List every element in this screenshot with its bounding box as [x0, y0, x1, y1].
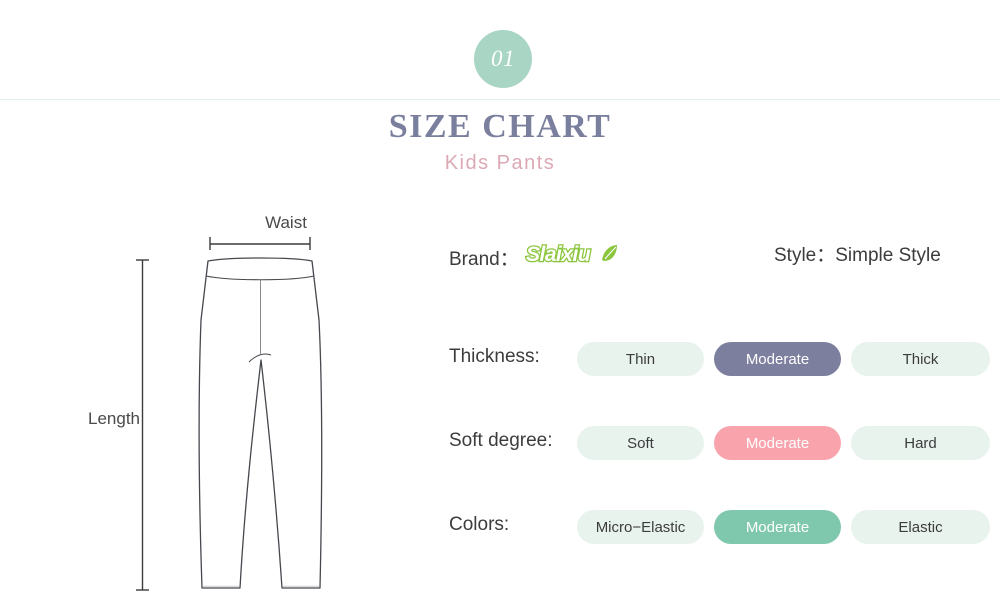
brand-logo-text: Slaixiu: [526, 243, 591, 266]
step-badge-number: 01: [491, 45, 515, 71]
option-row-thickness: Thickness: Thin Moderate Thick: [440, 342, 1000, 376]
style-field: Style：Simple Style: [774, 245, 941, 266]
header-divider: [0, 99, 1000, 100]
option-thickness-thin[interactable]: Thin: [577, 342, 704, 376]
page-title: SIZE CHART: [388, 108, 612, 145]
option-colors-moderate[interactable]: Moderate: [714, 510, 841, 544]
option-label-colors: Colors:: [449, 514, 510, 535]
pants-line-drawing-svg: [136, 237, 323, 591]
pants-illustration: Waist Length: [30, 200, 430, 600]
option-label-soft-degree: Soft degree:: [449, 430, 553, 451]
option-soft-degree-moderate[interactable]: Moderate: [714, 426, 841, 460]
option-row-colors: Colors: Micro−Elastic Moderate Elastic: [440, 510, 1000, 544]
length-dimension-line: [136, 259, 149, 591]
slaixiu-logo-svg: Slaixiu: [524, 242, 617, 267]
brand-field: Brand： Slaixiu: [449, 240, 620, 274]
option-thickness-thick[interactable]: Thick: [851, 342, 990, 376]
page-subtitle: Kids Pants: [444, 152, 556, 174]
brand-label: Brand：: [449, 248, 519, 270]
option-colors-elastic[interactable]: Elastic: [851, 510, 990, 544]
brand-logo: Slaixiu: [524, 240, 620, 274]
option-colors-micro-elastic[interactable]: Micro−Elastic: [577, 510, 704, 544]
option-thickness-moderate[interactable]: Moderate: [714, 342, 841, 376]
option-label-thickness: Thickness:: [449, 346, 540, 367]
size-chart-page: 01 SIZE CHART Kids Pants Waist Length Br…: [0, 0, 1000, 608]
meta-row: Brand： Slaixiu Style：Simple Style: [440, 232, 1000, 276]
product-info-panel: Brand： Slaixiu Style：Simple Style Thickn…: [440, 232, 1000, 572]
option-row-soft-degree: Soft degree: Soft Moderate Hard: [440, 426, 1000, 460]
waist-dimension-line: [209, 237, 311, 250]
option-soft-degree-soft[interactable]: Soft: [577, 426, 704, 460]
step-badge: 01: [474, 30, 532, 88]
option-soft-degree-hard[interactable]: Hard: [851, 426, 990, 460]
